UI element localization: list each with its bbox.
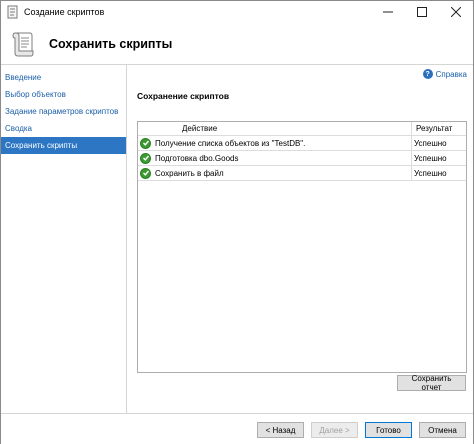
action-text: Получение списка объектов из "TestDB". (155, 138, 306, 148)
nav-item-save-scripts[interactable]: Сохранить скрипты (1, 137, 126, 154)
cancel-button[interactable]: Отмена (419, 422, 466, 438)
nav-item-summary[interactable]: Сводка (1, 120, 126, 137)
action-cell: Получение списка объектов из "TestDB". (138, 136, 412, 150)
action-text: Подготовка dbo.Goods (155, 153, 239, 163)
close-button[interactable] (439, 1, 473, 23)
nav-item-intro[interactable]: Введение (1, 69, 126, 86)
help-link[interactable]: ? Справка (422, 69, 467, 79)
script-scroll-icon (12, 32, 34, 56)
result-cell: Успешно (414, 154, 447, 163)
grid-header: Действие Результат (138, 122, 466, 136)
success-check-icon (140, 167, 151, 179)
app-icon (7, 5, 18, 19)
nav-item-select-objects[interactable]: Выбор объектов (1, 86, 126, 103)
column-header-action[interactable]: Действие (138, 122, 412, 135)
help-icon: ? (422, 69, 433, 79)
result-cell: Успешно (414, 139, 447, 148)
column-header-result[interactable]: Результат (412, 122, 466, 135)
minimize-button[interactable] (371, 1, 405, 23)
nav-item-script-options[interactable]: Задание параметров скриптов (1, 103, 126, 120)
results-grid: Действие Результат Получение списка объе… (137, 121, 467, 373)
wizard-header: Сохранить скрипты (1, 23, 473, 65)
action-cell: Подготовка dbo.Goods (138, 151, 412, 165)
save-report-button[interactable]: Сохранить отчет (397, 374, 466, 392)
window-controls (371, 1, 473, 23)
help-label: Справка (435, 69, 467, 79)
success-check-icon (140, 137, 151, 149)
finish-button[interactable]: Готово (365, 422, 412, 438)
window-title: Создание скриптов (24, 7, 105, 17)
main-content: ? Справка Сохранение скриптов Действие Р… (128, 65, 473, 413)
action-text: Сохранить в файл (155, 168, 224, 178)
table-row[interactable]: Сохранить в файл Успешно (138, 166, 466, 181)
maximize-button[interactable] (405, 1, 439, 23)
next-button[interactable]: Далее > (311, 422, 358, 438)
back-button[interactable]: < Назад (257, 422, 304, 438)
result-cell: Успешно (414, 169, 447, 178)
table-row[interactable]: Получение списка объектов из "TestDB". У… (138, 136, 466, 151)
title-bar: Создание скриптов (1, 1, 473, 23)
wizard-footer: < Назад Далее > Готово Отмена (1, 413, 473, 444)
close-icon (451, 7, 461, 17)
minimize-icon (383, 11, 393, 13)
table-row[interactable]: Подготовка dbo.Goods Успешно (138, 151, 466, 166)
maximize-icon (417, 7, 427, 17)
section-title: Сохранение скриптов (137, 91, 230, 101)
page-title: Сохранить скрипты (49, 36, 173, 51)
action-cell: Сохранить в файл (138, 166, 412, 180)
wizard-window: Создание скриптов Сохранить скрипты Введ… (0, 0, 474, 444)
wizard-nav: Введение Выбор объектов Задание параметр… (1, 65, 127, 413)
success-check-icon (140, 152, 151, 164)
